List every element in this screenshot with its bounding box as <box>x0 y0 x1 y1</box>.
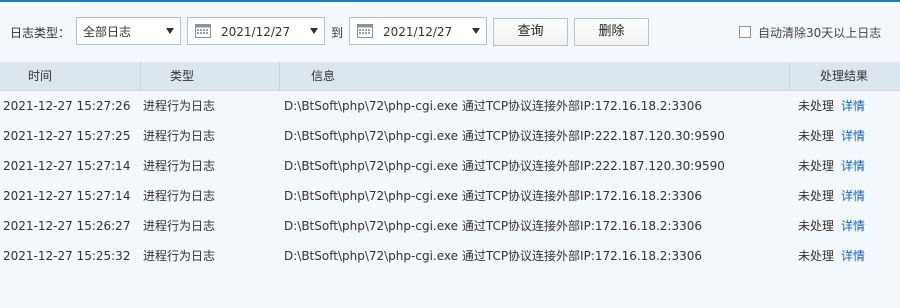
date-to-picker[interactable]: 2021/12/27 <box>349 17 487 45</box>
column-header-time: 时间 <box>28 69 53 83</box>
date-to-value: 2021/12/27 <box>383 25 453 39</box>
row-result: 未处理 <box>798 129 835 143</box>
row-detail-link[interactable]: 详情 <box>841 248 865 264</box>
column-header-result: 处理结果 <box>820 69 869 83</box>
log-type-select[interactable]: 全部日志 <box>76 17 181 45</box>
query-button[interactable]: 查询 <box>493 18 568 46</box>
date-from-picker[interactable]: 2021/12/27 <box>187 17 325 45</box>
row-time: 2021-12-27 15:25:32 <box>3 249 131 263</box>
row-result: 未处理 <box>798 249 835 263</box>
table-row: 2021-12-27 15:27:25 进程行为日志 D:\BtSoft\php… <box>0 121 900 151</box>
row-result: 未处理 <box>798 219 835 233</box>
row-info: D:\BtSoft\php\72\php-cgi.exe 通过TCP协议连接外部… <box>284 159 725 173</box>
log-type-select-value: 全部日志 <box>83 25 132 39</box>
column-divider <box>789 62 790 90</box>
chevron-down-icon <box>472 28 480 34</box>
row-type: 进程行为日志 <box>143 219 216 233</box>
table-header: 时间 类型 信息 处理结果 <box>0 62 900 91</box>
row-result: 未处理 <box>798 99 835 113</box>
row-info: D:\BtSoft\php\72\php-cgi.exe 通过TCP协议连接外部… <box>284 189 702 203</box>
row-type: 进程行为日志 <box>143 129 216 143</box>
auto-clear-label[interactable]: 自动清除30天以上日志 <box>758 25 881 41</box>
row-detail-link[interactable]: 详情 <box>841 218 865 234</box>
table-row: 2021-12-27 15:27:14 进程行为日志 D:\BtSoft\php… <box>0 151 900 181</box>
row-time: 2021-12-27 15:27:26 <box>3 99 131 113</box>
chevron-down-icon <box>310 28 318 34</box>
filter-bar: 日志类型： 全部日志 2021/12/27 到 2021/12/27 查询 删除… <box>0 2 900 62</box>
column-divider <box>140 62 141 90</box>
log-table-body: 2021-12-27 15:27:26 进程行为日志 D:\BtSoft\php… <box>0 91 900 308</box>
row-info: D:\BtSoft\php\72\php-cgi.exe 通过TCP协议连接外部… <box>284 219 702 233</box>
row-detail-link[interactable]: 详情 <box>841 98 865 114</box>
row-time: 2021-12-27 15:27:14 <box>3 159 131 173</box>
row-time: 2021-12-27 15:26:27 <box>3 219 131 233</box>
row-type: 进程行为日志 <box>143 159 216 173</box>
table-row: 2021-12-27 15:27:14 进程行为日志 D:\BtSoft\php… <box>0 181 900 211</box>
row-time: 2021-12-27 15:27:14 <box>3 189 131 203</box>
column-header-type: 类型 <box>170 69 195 83</box>
auto-clear-checkbox[interactable] <box>739 26 751 38</box>
table-row: 2021-12-27 15:27:26 进程行为日志 D:\BtSoft\php… <box>0 91 900 121</box>
column-divider <box>279 62 280 90</box>
column-header-info: 信息 <box>311 69 336 83</box>
row-result: 未处理 <box>798 159 835 173</box>
row-type: 进程行为日志 <box>143 189 216 203</box>
calendar-icon <box>357 24 373 38</box>
log-type-label: 日志类型： <box>10 26 71 40</box>
row-info: D:\BtSoft\php\72\php-cgi.exe 通过TCP协议连接外部… <box>284 129 725 143</box>
row-type: 进程行为日志 <box>143 249 216 263</box>
calendar-icon <box>195 24 211 38</box>
row-detail-link[interactable]: 详情 <box>841 128 865 144</box>
row-type: 进程行为日志 <box>143 99 216 113</box>
row-detail-link[interactable]: 详情 <box>841 188 865 204</box>
table-row: 2021-12-27 15:25:32 进程行为日志 D:\BtSoft\php… <box>0 241 900 271</box>
row-detail-link[interactable]: 详情 <box>841 158 865 174</box>
row-result: 未处理 <box>798 189 835 203</box>
row-info: D:\BtSoft\php\72\php-cgi.exe 通过TCP协议连接外部… <box>284 249 702 263</box>
date-from-value: 2021/12/27 <box>221 25 291 39</box>
row-time: 2021-12-27 15:27:25 <box>3 129 131 143</box>
table-row: 2021-12-27 15:26:27 进程行为日志 D:\BtSoft\php… <box>0 211 900 241</box>
chevron-down-icon <box>166 28 174 34</box>
row-info: D:\BtSoft\php\72\php-cgi.exe 通过TCP协议连接外部… <box>284 99 702 113</box>
date-range-to-label: 到 <box>331 26 344 40</box>
delete-button[interactable]: 删除 <box>574 18 649 46</box>
